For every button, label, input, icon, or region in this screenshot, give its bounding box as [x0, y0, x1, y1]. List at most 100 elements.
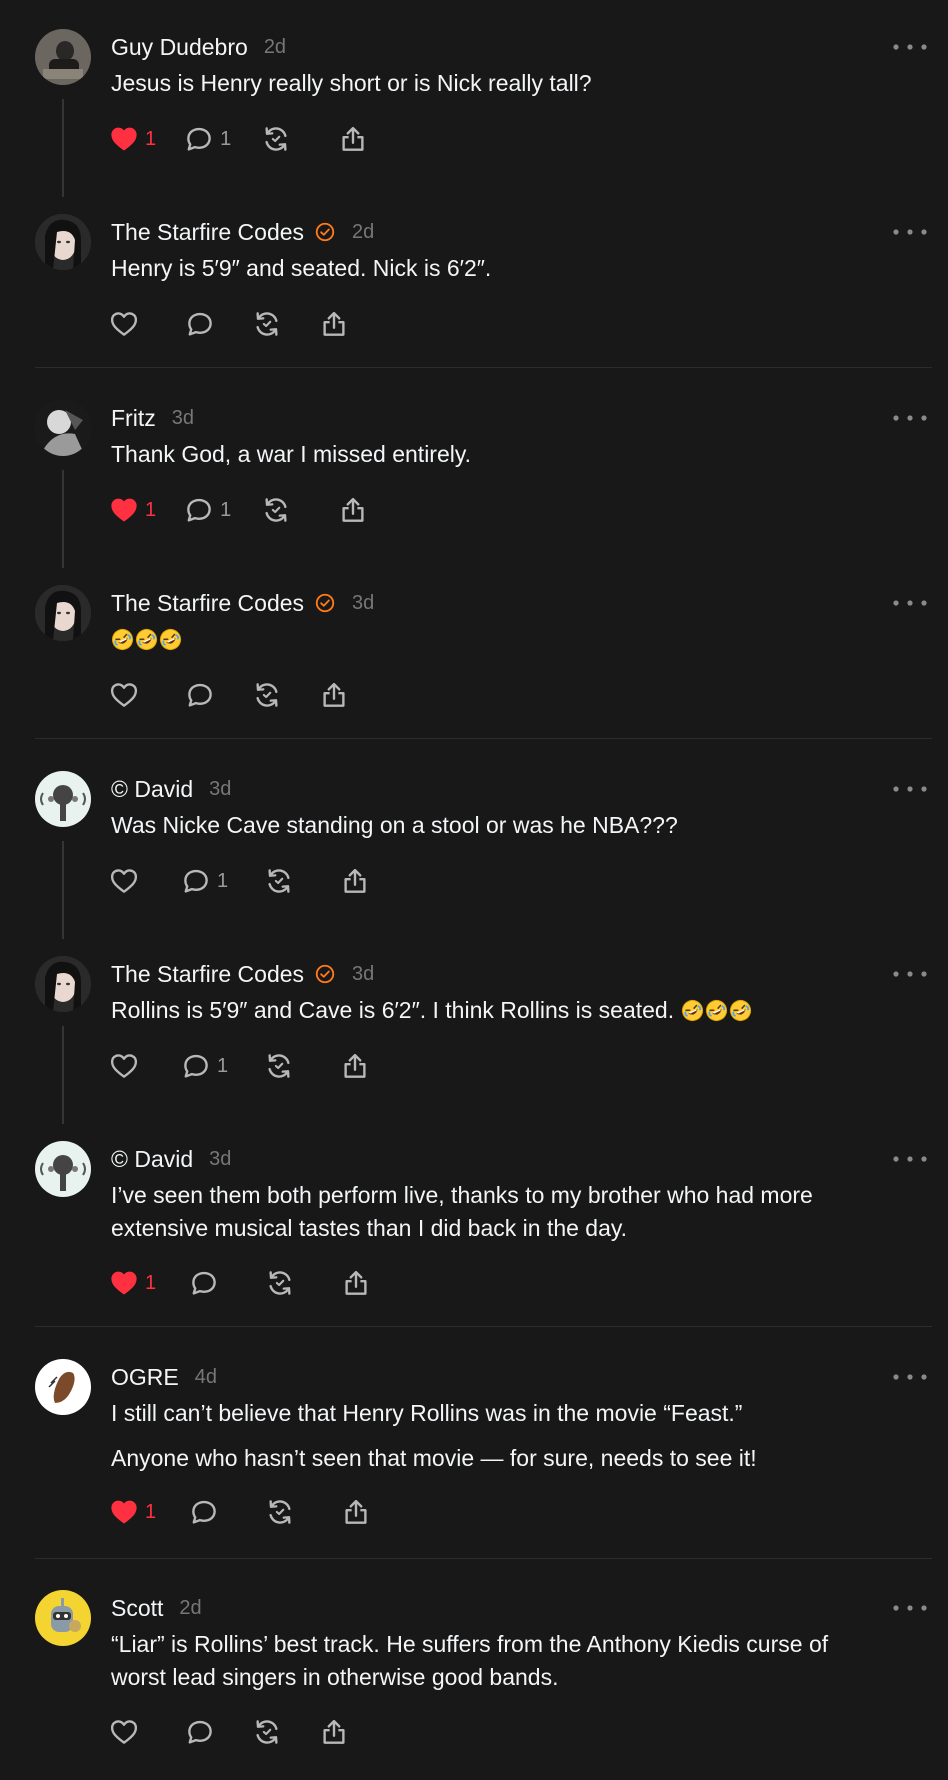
- author-name[interactable]: The Starfire Codes: [111, 590, 304, 617]
- author-name[interactable]: OGRE: [111, 1364, 179, 1391]
- post-header: Fritz 3d: [111, 403, 194, 433]
- reply-button[interactable]: 1: [181, 1051, 228, 1081]
- avatar[interactable]: [35, 214, 91, 270]
- comment-icon: [185, 680, 215, 710]
- more-icon[interactable]: [892, 222, 928, 242]
- action-bar: 1 1: [109, 119, 368, 159]
- post-starfire-codes: The Starfire Codes 3d Rollins is 5′9″ an…: [0, 956, 948, 1126]
- comment-icon: [189, 1268, 219, 1298]
- comment-icon: [181, 866, 211, 896]
- post-text: Was Nicke Cave standing on a stool or wa…: [111, 812, 678, 838]
- author-name[interactable]: The Starfire Codes: [111, 961, 304, 988]
- heart-icon: [109, 1497, 139, 1527]
- repost-button[interactable]: [261, 124, 291, 154]
- repost-button[interactable]: [265, 1268, 295, 1298]
- author-name[interactable]: The Starfire Codes: [111, 219, 304, 246]
- reply-count: 1: [217, 869, 229, 892]
- like-button[interactable]: 1: [109, 495, 156, 525]
- share-button[interactable]: [340, 1051, 370, 1081]
- post-header: Guy Dudebro 2d: [111, 32, 286, 62]
- rofl-emoji-icon: [729, 999, 752, 1022]
- share-button[interactable]: [340, 866, 370, 896]
- post-scott: Scott 2d “Liar” is Rollins’ best track. …: [0, 1590, 948, 1760]
- repost-button[interactable]: [264, 1051, 294, 1081]
- more-icon[interactable]: [892, 408, 928, 428]
- avatar[interactable]: [35, 1359, 91, 1415]
- share-button[interactable]: [319, 680, 349, 710]
- repost-button[interactable]: [252, 1717, 282, 1747]
- author-name[interactable]: Guy Dudebro: [111, 34, 248, 61]
- like-button[interactable]: 1: [109, 1268, 156, 1298]
- author-name[interactable]: Scott: [111, 1595, 163, 1622]
- action-bar: 1 1: [109, 490, 368, 530]
- post-header: OGRE 4d: [111, 1362, 217, 1392]
- post-fritz: Fritz 3d Thank God, a war I missed entir…: [0, 400, 948, 570]
- reply-button[interactable]: [185, 1717, 215, 1747]
- like-button[interactable]: [109, 866, 139, 896]
- like-button[interactable]: [109, 309, 139, 339]
- more-icon[interactable]: [892, 964, 928, 984]
- action-bar: 1: [109, 861, 370, 901]
- avatar[interactable]: [35, 585, 91, 641]
- avatar[interactable]: [35, 29, 91, 85]
- heart-icon: [109, 680, 139, 710]
- more-icon[interactable]: [892, 1149, 928, 1169]
- reply-button[interactable]: 1: [184, 124, 231, 154]
- avatar[interactable]: [35, 956, 91, 1012]
- avatar[interactable]: [35, 771, 91, 827]
- post-time: 3d: [209, 1147, 232, 1170]
- author-name[interactable]: Fritz: [111, 405, 156, 432]
- author-name[interactable]: © David: [111, 1146, 193, 1173]
- share-button[interactable]: [338, 495, 368, 525]
- author-name[interactable]: © David: [111, 776, 193, 803]
- avatar[interactable]: [35, 1590, 91, 1646]
- post-starfire-codes: The Starfire Codes 2d Henry is 5′9″ and …: [0, 214, 948, 354]
- like-count: 1: [145, 1500, 157, 1523]
- like-button[interactable]: [109, 1717, 139, 1747]
- post-guy-dudebro: Guy Dudebro 2d Jesus is Henry really sho…: [0, 29, 948, 199]
- repost-button[interactable]: [261, 495, 291, 525]
- comment-icon: [185, 1717, 215, 1747]
- more-icon[interactable]: [892, 1367, 928, 1387]
- share-icon: [341, 1497, 371, 1527]
- reply-button[interactable]: [189, 1497, 219, 1527]
- reply-button[interactable]: 1: [184, 495, 231, 525]
- post-text: “Liar” is Rollins’ best track. He suffer…: [111, 1628, 911, 1694]
- reply-button[interactable]: [189, 1268, 219, 1298]
- more-icon[interactable]: [892, 37, 928, 57]
- post-ogre: OGRE 4d I still can’t believe that Henry…: [0, 1359, 948, 1529]
- reply-button[interactable]: [185, 309, 215, 339]
- repost-icon: [252, 1717, 282, 1747]
- divider: [35, 1558, 932, 1559]
- thread-feed: Guy Dudebro 2d Jesus is Henry really sho…: [0, 0, 948, 1780]
- like-button[interactable]: [109, 680, 139, 710]
- repost-button[interactable]: [252, 680, 282, 710]
- repost-button[interactable]: [265, 1497, 295, 1527]
- post-header: © David 3d: [111, 774, 231, 804]
- divider: [35, 367, 932, 368]
- repost-button[interactable]: [252, 309, 282, 339]
- share-button[interactable]: [338, 124, 368, 154]
- share-button[interactable]: [341, 1268, 371, 1298]
- share-button[interactable]: [319, 309, 349, 339]
- thread-connector: [62, 99, 64, 197]
- share-button[interactable]: [319, 1717, 349, 1747]
- more-icon[interactable]: [892, 1598, 928, 1618]
- share-button[interactable]: [341, 1497, 371, 1527]
- like-count: 1: [145, 1271, 157, 1294]
- avatar[interactable]: [35, 400, 91, 456]
- avatar[interactable]: [35, 1141, 91, 1197]
- more-icon[interactable]: [892, 593, 928, 613]
- action-bar: 1: [109, 1263, 371, 1303]
- verified-badge-icon: [314, 221, 336, 243]
- repost-button[interactable]: [264, 866, 294, 896]
- reply-button[interactable]: 1: [181, 866, 228, 896]
- more-icon[interactable]: [892, 779, 928, 799]
- like-button[interactable]: 1: [109, 1497, 156, 1527]
- like-button[interactable]: 1: [109, 124, 156, 154]
- reply-button[interactable]: [185, 680, 215, 710]
- post-text: Rollins is 5′9″ and Cave is 6′2″. I thin…: [111, 994, 911, 1027]
- heart-icon: [109, 1268, 139, 1298]
- post-text: Henry is 5′9″ and seated. Nick is 6′2″.: [111, 255, 492, 281]
- like-button[interactable]: [109, 1051, 139, 1081]
